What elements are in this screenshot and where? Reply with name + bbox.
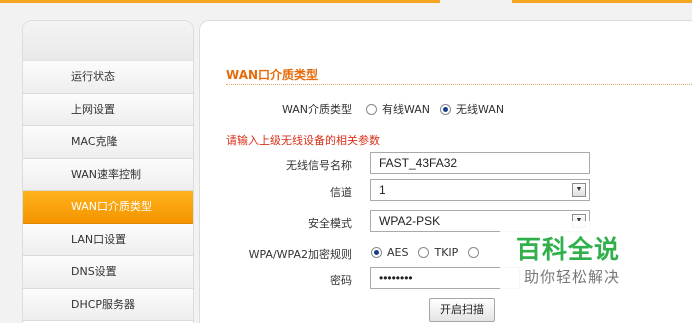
- aes-label: AES: [387, 246, 409, 259]
- sidebar-item-lan-settings[interactable]: LAN口设置: [23, 223, 193, 256]
- encryption-option-aes[interactable]: AES: [371, 246, 408, 259]
- sidebar-item-internet-settings[interactable]: 上网设置: [23, 93, 193, 126]
- security-mode-value: WPA2-PSK: [379, 214, 441, 228]
- wired-wan-label: 有线WAN: [382, 103, 431, 116]
- tkip-label: TKIP: [434, 246, 459, 259]
- encryption-radio-group: AES TKIP: [371, 246, 494, 259]
- wan-type-option-wired[interactable]: 有线WAN: [366, 101, 430, 117]
- wired-wan-radio[interactable]: [366, 103, 377, 115]
- encryption-label: WPA/WPA2加密规则: [248, 248, 352, 261]
- third-encryption-radio[interactable]: [468, 247, 480, 258]
- sidebar-header: [23, 21, 193, 61]
- sidebar-item-mac-clone[interactable]: MAC克隆: [23, 126, 193, 159]
- security-mode-label: 安全模式: [308, 217, 352, 230]
- wan-type-radio-group: 有线WAN 无线WAN: [366, 101, 514, 117]
- channel-label: 信道: [330, 186, 352, 199]
- ssid-label: 无线信号名称: [286, 159, 352, 172]
- sidebar-nav: 运行状态 上网设置 MAC克隆 WAN速率控制 WAN口介质类型 LAN口设置 …: [22, 20, 194, 323]
- channel-value: 1: [379, 183, 386, 197]
- wan-type-option-wireless[interactable]: 无线WAN: [440, 101, 504, 117]
- sidebar-item-wan-media-type[interactable]: WAN口介质类型: [23, 191, 193, 224]
- sidebar-item-wan-rate-control[interactable]: WAN速率控制: [23, 158, 193, 191]
- chevron-down-icon[interactable]: ▼: [572, 183, 586, 197]
- wireless-wan-label: 无线WAN: [456, 103, 505, 116]
- password-label: 密码: [330, 274, 352, 287]
- encryption-option-third[interactable]: [468, 247, 484, 258]
- top-accent-bar: [0, 0, 692, 3]
- sidebar-item-dns-settings[interactable]: DNS设置: [23, 256, 193, 289]
- sidebar-item-status[interactable]: 运行状态: [23, 61, 193, 94]
- aes-radio[interactable]: [371, 247, 382, 258]
- sidebar-item-dhcp-server[interactable]: DHCP服务器: [23, 288, 193, 321]
- wan-type-label: WAN介质类型: [281, 103, 352, 116]
- channel-select[interactable]: 1 ▼: [370, 179, 590, 201]
- encryption-option-tkip[interactable]: TKIP: [418, 246, 458, 259]
- start-scan-button[interactable]: 开启扫描: [429, 298, 495, 322]
- wireless-wan-radio[interactable]: [440, 103, 452, 115]
- ssid-field[interactable]: FAST_43FA32: [370, 152, 590, 174]
- warning-text: 请输入上级无线设备的相关参数: [226, 134, 380, 147]
- watermark-logo-text: 百科全说: [516, 235, 621, 264]
- watermark-slogan: 助你轻松解决: [524, 268, 621, 286]
- section-title: WAN口介质类型: [226, 68, 319, 82]
- password-field[interactable]: ••••••••: [370, 267, 520, 289]
- tkip-radio[interactable]: [418, 247, 430, 258]
- section-divider: [226, 84, 692, 85]
